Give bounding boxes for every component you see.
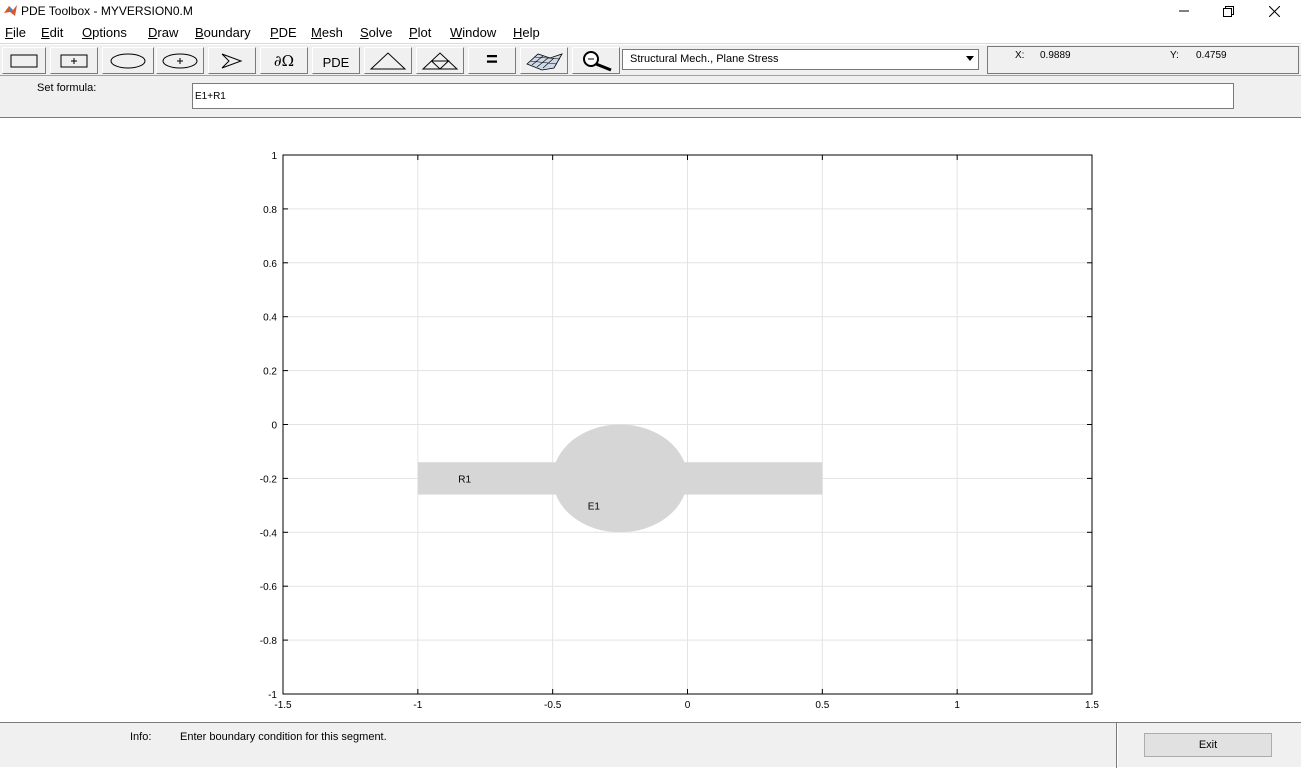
y-tick-label: -0.4 bbox=[260, 528, 278, 539]
geometry-axes[interactable]: R1E1 -1.5 -1 -0.5 0 0.5 1 1.510.80.60.40.20-0.… bbox=[0, 119, 1301, 722]
minimize-button[interactable] bbox=[1161, 0, 1206, 22]
magnifier-icon bbox=[583, 50, 612, 71]
y-tick-label: 0 bbox=[271, 421, 277, 432]
shape-label-e1: E1 bbox=[588, 501, 601, 512]
menu-options[interactable]: Options bbox=[82, 25, 127, 40]
draw-centered-rectangle-button[interactable] bbox=[50, 47, 98, 74]
menu-edit[interactable]: Edit bbox=[41, 25, 63, 40]
application-mode-select[interactable]: Structural Mech., Plane Stress bbox=[622, 49, 979, 70]
x-coord-value: 0.9889 bbox=[1040, 50, 1071, 61]
cursor-coordinates-panel: X: 0.9889 Y: 0.4759 bbox=[987, 46, 1299, 74]
matlab-logo-icon bbox=[4, 5, 17, 16]
y-tick-label: -0.2 bbox=[260, 474, 278, 485]
y-tick-label: 0.4 bbox=[263, 313, 277, 324]
dropdown-arrow-icon[interactable] bbox=[966, 56, 974, 61]
boundary-mode-label: ∂Ω bbox=[273, 51, 295, 70]
draw-polygon-button[interactable] bbox=[208, 47, 256, 74]
shapes-layer[interactable]: R1 E1 bbox=[417, 424, 823, 533]
surface-plot-icon bbox=[526, 52, 563, 70]
y-tick-label: 0.6 bbox=[263, 259, 277, 270]
menu-help[interactable]: Help bbox=[513, 25, 540, 40]
formula-row: Set formula: bbox=[0, 76, 1301, 118]
rectangle-icon bbox=[10, 54, 38, 67]
menu-pde[interactable]: PDE bbox=[270, 25, 297, 40]
centered-rectangle-icon bbox=[60, 54, 88, 67]
x-coord-label: X: bbox=[1015, 50, 1025, 61]
y-tick-label: -0.6 bbox=[260, 582, 278, 593]
y-tick-label: 1 bbox=[271, 151, 277, 162]
set-formula-input[interactable] bbox=[192, 83, 1234, 109]
menu-file[interactable]: File bbox=[5, 25, 26, 40]
zoom-button[interactable] bbox=[572, 47, 620, 74]
x-tick-label: 0 bbox=[685, 700, 691, 711]
geometry-plot-area[interactable]: R1 E1 -1.5 -1 -0.5 0 0.5 1 1.5 1 0.8 0.6 0.4 0.2 0 -0.… bbox=[0, 119, 1301, 722]
x-tick-label: 1 bbox=[954, 700, 960, 711]
menu-window[interactable]: Window bbox=[450, 25, 496, 40]
x-tick-label: 1.5 bbox=[1085, 700, 1099, 711]
restore-button[interactable] bbox=[1206, 0, 1251, 22]
refine-mesh-button[interactable] bbox=[416, 47, 464, 74]
grid-layer bbox=[282, 154, 1093, 695]
refined-triangle-icon bbox=[421, 51, 459, 70]
x-tick-label: -1 bbox=[413, 700, 422, 711]
pde-spec-button[interactable]: PDE bbox=[312, 47, 360, 74]
set-formula-label: Set formula: bbox=[37, 82, 97, 94]
y-coord-label: Y: bbox=[1170, 50, 1179, 61]
x-tick-label: 0.5 bbox=[815, 700, 829, 711]
polygon-icon bbox=[221, 53, 243, 68]
equals-label: = bbox=[486, 49, 498, 71]
triangle-icon bbox=[369, 51, 407, 69]
title-bar: PDE Toolbox - MYVERSION0.M bbox=[0, 0, 1301, 22]
shape-label-r1: R1 bbox=[458, 474, 471, 485]
status-divider bbox=[1116, 723, 1118, 768]
shape-e1[interactable] bbox=[552, 424, 688, 533]
init-mesh-button[interactable] bbox=[364, 47, 412, 74]
window-title: PDE Toolbox - MYVERSION0.M bbox=[21, 4, 193, 18]
minimize-icon bbox=[1178, 10, 1189, 12]
y-tick-label: 0.2 bbox=[263, 367, 277, 378]
menu-solve[interactable]: Solve bbox=[360, 25, 393, 40]
restore-icon bbox=[1223, 5, 1234, 17]
menu-bar: File Edit Options Draw Boundary PDE Mesh… bbox=[0, 22, 1301, 44]
info-label: Info: bbox=[130, 731, 152, 743]
application-mode-value: Structural Mech., Plane Stress bbox=[630, 53, 779, 65]
centered-ellipse-icon bbox=[162, 53, 198, 68]
menu-draw[interactable]: Draw bbox=[148, 25, 178, 40]
boundary-mode-button[interactable]: ∂Ω bbox=[260, 47, 308, 74]
y-tick-label: -1 bbox=[268, 690, 277, 701]
y-coord-value: 0.4759 bbox=[1196, 50, 1227, 61]
solve-pde-button[interactable]: = bbox=[468, 47, 516, 74]
menu-mesh[interactable]: Mesh bbox=[311, 25, 343, 40]
draw-ellipse-button[interactable] bbox=[102, 47, 154, 74]
ticks-layer: -1.5 -1 -0.5 0 0.5 1 1.510.80.60.40.20-0.2-0.4… bbox=[260, 151, 1100, 711]
ellipse-icon bbox=[110, 53, 146, 68]
y-tick-label: -0.8 bbox=[260, 636, 278, 647]
menu-plot[interactable]: Plot bbox=[409, 25, 431, 40]
draw-rectangle-button[interactable] bbox=[2, 47, 46, 74]
x-tick-label: -0.5 bbox=[544, 700, 562, 711]
status-bar: Info: Enter boundary condition for this … bbox=[0, 722, 1301, 768]
x-tick-label: -1.5 bbox=[274, 700, 292, 711]
plot-solution-button[interactable] bbox=[520, 47, 568, 74]
exit-button[interactable]: Exit bbox=[1144, 733, 1272, 757]
draw-centered-ellipse-button[interactable] bbox=[156, 47, 204, 74]
y-tick-label: 0.8 bbox=[263, 205, 277, 216]
info-text: Enter boundary condition for this segmen… bbox=[180, 731, 387, 743]
pde-label: PDE bbox=[322, 55, 350, 70]
close-button[interactable] bbox=[1252, 0, 1297, 22]
menu-boundary[interactable]: Boundary bbox=[195, 25, 251, 40]
close-icon bbox=[1269, 5, 1280, 17]
